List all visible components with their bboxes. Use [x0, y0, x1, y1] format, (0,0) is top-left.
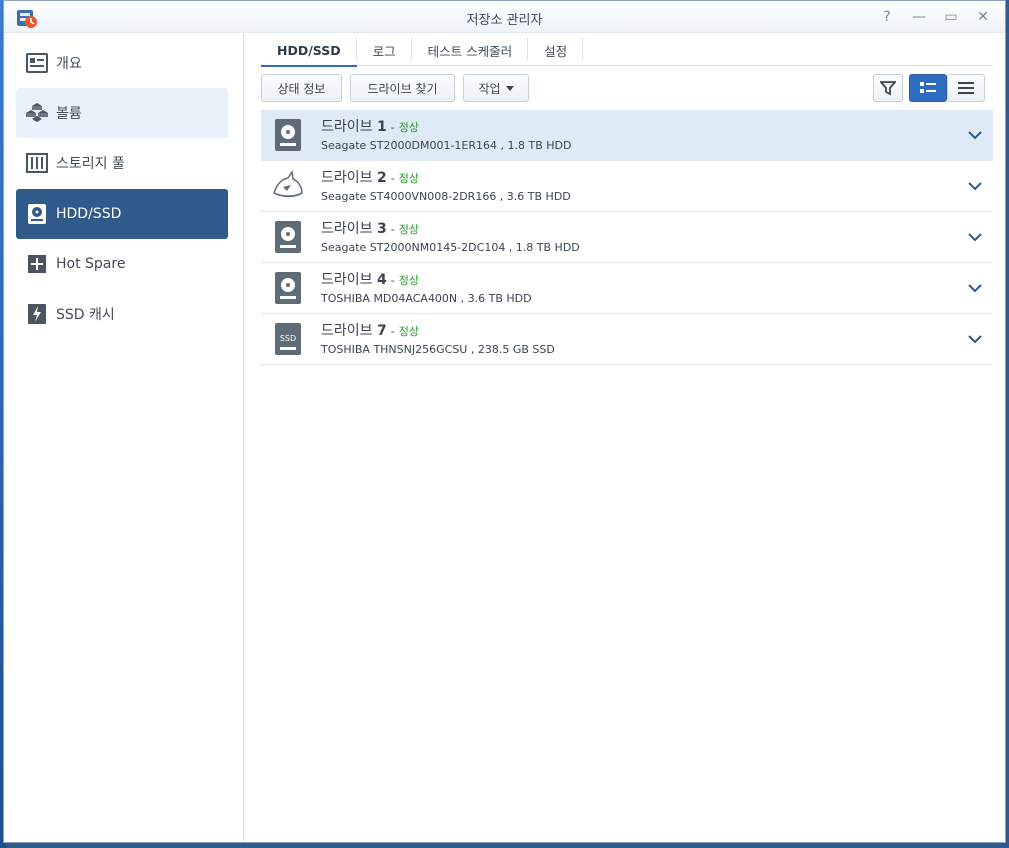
sidebar-item-hdd-ssd[interactable]: HDD/SSD — [16, 189, 228, 239]
drive-model: Seagate ST2000NM0145-2DC104 , 1.8 TB HDD — [321, 241, 580, 254]
status-info-button[interactable]: 상태 정보 — [261, 74, 342, 102]
status-badge: 정상 — [398, 274, 419, 287]
drive-name: 드라이브 2- 정상 — [321, 170, 419, 186]
ironwolf-icon — [273, 169, 303, 198]
filter-icon — [880, 81, 896, 96]
tab-bar: HDD/SSD 로그 테스트 스케줄러 설정 — [261, 34, 993, 67]
sidebar: 개요 볼륨 스토리지 풀 HDD/SSD Hot Spare SSD 캐시 — [4, 34, 244, 842]
drive-list: 드라이브 1- 정상 Seagate ST2000DM001-1ER164 , 1… — [261, 110, 993, 365]
sidebar-item-ssd-cache[interactable]: SSD 캐시 — [16, 289, 228, 339]
toolbar: 상태 정보 드라이브 찾기 작업 — [261, 74, 985, 102]
drive-name: 드라이브 3- 정상 — [321, 221, 419, 237]
drive-row[interactable]: 드라이브 1- 정상 Seagate ST2000DM001-1ER164 , 1… — [261, 110, 993, 161]
drive-row[interactable]: 드라이브 4- 정상 TOSHIBA MD04ACA400N , 3.6 TB H… — [261, 263, 993, 314]
tab-label: 로그 — [372, 43, 396, 59]
action-dropdown-button[interactable]: 작업 — [463, 74, 529, 102]
status-badge: 정상 — [398, 121, 419, 134]
hdd-icon — [275, 221, 301, 253]
drive-model: TOSHIBA THNSNJ256GCSU , 238.5 GB SSD — [321, 343, 555, 356]
chevron-down-icon[interactable] — [967, 280, 983, 296]
tab-label: 테스트 스케줄러 — [427, 43, 513, 59]
drive-model: Seagate ST4000VN008-2DR166 , 3.6 TB HDD — [321, 190, 571, 203]
button-label: 상태 정보 — [277, 81, 326, 96]
status-badge: 정상 — [398, 223, 419, 236]
status-badge: 정상 — [398, 325, 419, 338]
tab-hdd-ssd[interactable]: HDD/SSD — [261, 34, 357, 67]
hdd-icon — [275, 119, 301, 151]
minimize-button[interactable]: — — [905, 7, 933, 27]
sidebar-item-label: 개요 — [56, 56, 82, 72]
drive-model: TOSHIBA MD04ACA400N , 3.6 TB HDD — [321, 292, 532, 305]
maximize-button[interactable]: ▭ — [937, 7, 965, 27]
sidebar-item-label: 볼륨 — [56, 106, 82, 122]
help-button[interactable]: ? — [873, 7, 901, 27]
drive-row[interactable]: 드라이브 2- 정상 Seagate ST4000VN008-2DR166 , 3… — [261, 161, 993, 212]
list-icon — [958, 82, 974, 94]
volume-icon — [26, 102, 48, 124]
tab-label: HDD/SSD — [277, 42, 341, 58]
sidebar-item-storage-pool[interactable]: 스토리지 풀 — [16, 138, 228, 188]
chevron-down-icon[interactable] — [967, 229, 983, 245]
hdd-icon — [275, 272, 301, 304]
window-title: 저장소 관리자 — [466, 13, 543, 28]
button-label: 작업 — [478, 81, 501, 96]
detail-view-button[interactable] — [909, 74, 947, 102]
tab-log[interactable]: 로그 — [357, 34, 412, 66]
chevron-down-icon[interactable] — [967, 331, 983, 347]
drive-name: 드라이브 7- 정상 — [321, 323, 419, 339]
sidebar-item-label: HDD/SSD — [56, 206, 122, 222]
hdd-icon — [26, 203, 48, 225]
drive-name: 드라이브 1- 정상 — [321, 119, 419, 135]
overview-icon — [26, 52, 48, 74]
status-badge: 정상 — [398, 172, 419, 185]
drive-row[interactable]: SSD 드라이브 7- 정상 TOSHIBA THNSNJ256GCSU , 23… — [261, 314, 993, 365]
main-panel: HDD/SSD 로그 테스트 스케줄러 설정 상태 정보 드라이브 찾기 작업 — [245, 34, 1005, 842]
sidebar-item-label: 스토리지 풀 — [56, 156, 125, 172]
title-bar: 저장소 관리자 ? — ▭ ✕ — [4, 1, 1005, 33]
storage-manager-window: 저장소 관리자 ? — ▭ ✕ 개요 볼륨 스토리지 풀 HDD/SSD Hot… — [3, 0, 1006, 843]
sidebar-item-hot-spare[interactable]: Hot Spare — [16, 239, 228, 289]
sidebar-item-label: Hot Spare — [56, 256, 126, 272]
ssd-icon: SSD — [275, 323, 301, 355]
hot-spare-icon — [26, 253, 48, 275]
drive-model: Seagate ST2000DM001-1ER164 , 1.8 TB HDD — [321, 139, 572, 152]
active-tab-indicator — [261, 65, 357, 67]
button-label: 드라이브 찾기 — [367, 81, 438, 96]
close-button[interactable]: ✕ — [969, 7, 997, 27]
tab-label: 설정 — [544, 43, 568, 59]
tab-settings[interactable]: 설정 — [528, 34, 584, 66]
list-view-button[interactable] — [947, 74, 985, 102]
svg-text:SSD: SSD — [280, 334, 296, 343]
find-drive-button[interactable]: 드라이브 찾기 — [350, 74, 455, 102]
filter-button[interactable] — [873, 74, 903, 102]
chevron-down-icon[interactable] — [967, 127, 983, 143]
drive-row[interactable]: 드라이브 3- 정상 Seagate ST2000NM0145-2DC104 , … — [261, 212, 993, 263]
detail-list-icon — [920, 82, 936, 93]
chevron-down-icon[interactable] — [967, 178, 983, 194]
sidebar-item-overview[interactable]: 개요 — [16, 38, 228, 88]
drive-name: 드라이브 4- 정상 — [321, 272, 419, 288]
sidebar-item-volume[interactable]: 볼륨 — [16, 88, 228, 138]
sidebar-item-label: SSD 캐시 — [56, 307, 115, 323]
tab-test-scheduler[interactable]: 테스트 스케줄러 — [412, 34, 529, 66]
storage-pool-icon — [26, 152, 48, 174]
ssd-cache-icon — [26, 303, 48, 325]
caret-down-icon — [505, 85, 514, 91]
